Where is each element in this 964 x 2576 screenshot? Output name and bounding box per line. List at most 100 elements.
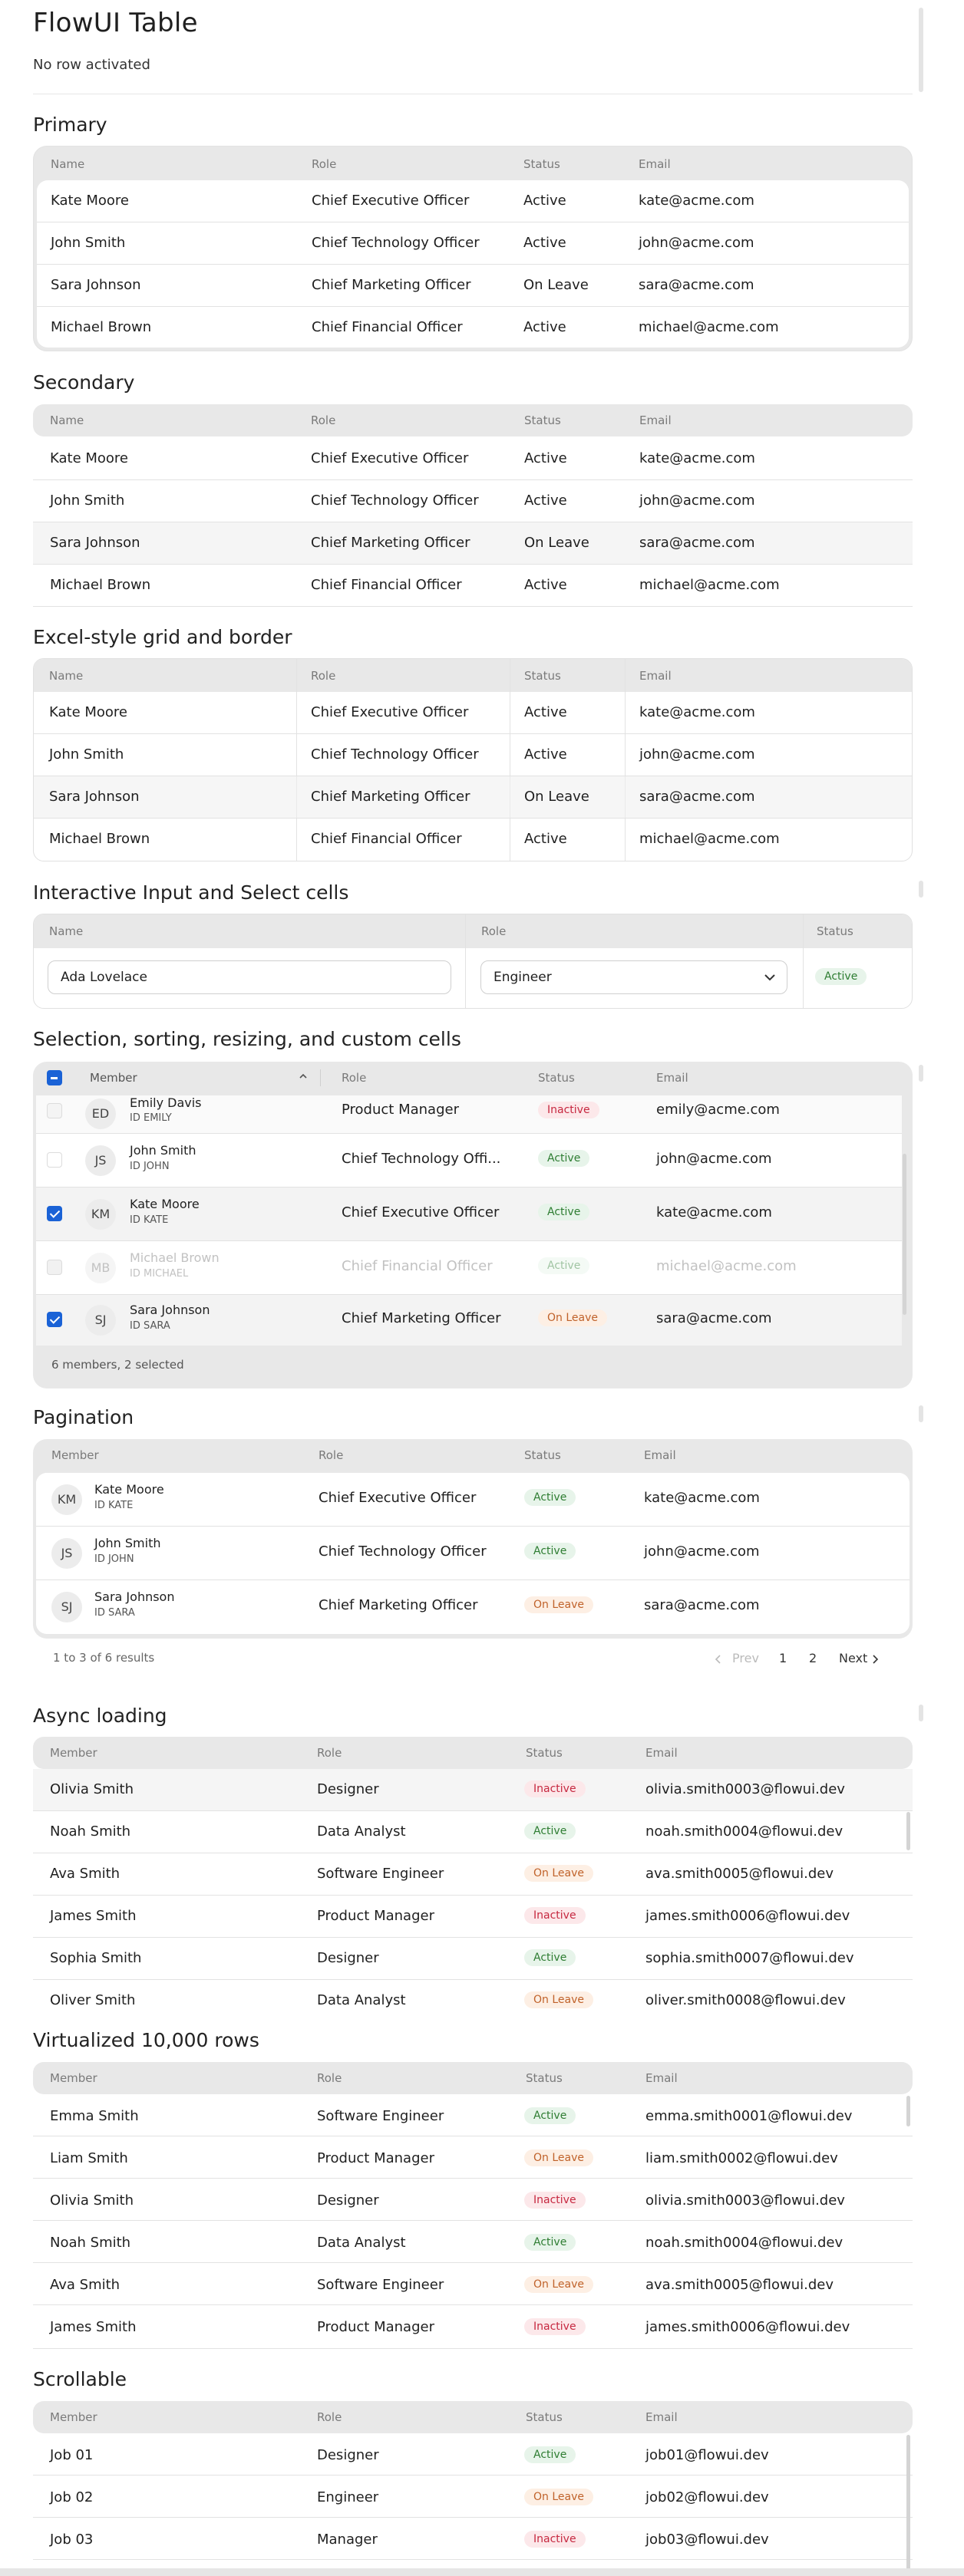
- table-row[interactable]: Ava Smith Software Engineer On Leave ava…: [33, 2263, 913, 2305]
- col-header-name[interactable]: Name: [49, 924, 83, 938]
- col-header-name[interactable]: Name: [50, 413, 84, 427]
- col-header-member[interactable]: Member: [90, 1071, 137, 1085]
- col-header-role[interactable]: Role: [481, 924, 506, 938]
- col-header-name[interactable]: Name: [49, 669, 83, 683]
- col-header-email[interactable]: Email: [644, 1448, 676, 1462]
- col-header-status[interactable]: Status: [817, 924, 853, 938]
- row-checkbox[interactable]: [47, 1312, 62, 1327]
- select-all-checkbox[interactable]: [47, 1070, 62, 1085]
- table-row[interactable]: James Smith Product Manager Inactive jam…: [33, 1896, 913, 1938]
- table-row[interactable]: Job 01 Designer Active job01@flowui.dev: [33, 2433, 913, 2476]
- name-input[interactable]: Ada Lovelace: [48, 960, 451, 994]
- table-row[interactable]: SJ Sara Johnson ID SARA Chief Marketing …: [36, 1580, 910, 1634]
- table-row[interactable]: JS John Smith ID JOHN Chief Technology O…: [36, 1134, 902, 1188]
- col-header-email[interactable]: Email: [639, 669, 672, 683]
- prev-page-button[interactable]: Prev: [732, 1651, 759, 1665]
- table-row[interactable]: Sara Johnson Chief Marketing Officer On …: [33, 522, 913, 565]
- col-header-status[interactable]: Status: [526, 2071, 563, 2085]
- col-header-status[interactable]: Status: [523, 157, 560, 171]
- col-header-status[interactable]: Status: [524, 1448, 561, 1462]
- col-header-email[interactable]: Email: [645, 2410, 678, 2424]
- pagination-body: KM Kate Moore ID KATE Chief Executive Of…: [36, 1473, 910, 1634]
- row-checkbox[interactable]: [47, 1152, 62, 1168]
- cell-email: noah.smith0004@flowui.dev: [645, 2235, 844, 2251]
- col-header-role[interactable]: Role: [317, 1746, 342, 1760]
- col-header-email[interactable]: Email: [645, 2071, 678, 2085]
- scrollable-scrollbar[interactable]: [906, 2435, 910, 2576]
- col-header-role[interactable]: Role: [342, 1071, 366, 1085]
- table-row[interactable]: Olivia Smith Designer Inactive olivia.sm…: [33, 1769, 913, 1811]
- col-header-status[interactable]: Status: [538, 1071, 575, 1085]
- table-row[interactable]: Michael Brown Chief Financial Officer Ac…: [33, 565, 913, 607]
- table-row[interactable]: Oliver Smith Data Analyst On Leave olive…: [33, 1980, 913, 2022]
- table-row[interactable]: Emma Smith Software Engineer Active emma…: [33, 2094, 913, 2136]
- table-row[interactable]: Sara Johnson Chief Marketing Officer On …: [34, 776, 912, 819]
- table-row[interactable]: Kate Moore Chief Executive Officer Activ…: [33, 438, 913, 480]
- async-scrollbar[interactable]: [906, 1812, 910, 1850]
- table-row[interactable]: Olivia Smith Designer Inactive olivia.sm…: [33, 2179, 913, 2221]
- table-row[interactable]: Kate Moore Chief Executive Officer Activ…: [34, 692, 912, 734]
- member-name: Emily Davis: [130, 1095, 202, 1110]
- scrollbar[interactable]: [919, 881, 923, 898]
- table-row[interactable]: JS John Smith ID JOHN Chief Technology O…: [36, 1527, 910, 1580]
- avatar: JS: [51, 1538, 82, 1569]
- role-select[interactable]: Engineer: [480, 960, 787, 994]
- col-header-email[interactable]: Email: [639, 413, 672, 427]
- table-row[interactable]: KM Kate Moore ID KATE Chief Executive Of…: [36, 1188, 902, 1241]
- table-row[interactable]: John Smith Chief Technology Officer Acti…: [34, 734, 912, 776]
- table-row[interactable]: ED Emily Davis ID EMILY Product Manager …: [36, 1095, 902, 1134]
- table-row[interactable]: Job 03 Manager Inactive job03@flowui.dev: [33, 2518, 913, 2560]
- col-header-role[interactable]: Role: [311, 413, 335, 427]
- col-header-role[interactable]: Role: [319, 1448, 343, 1462]
- col-header-email[interactable]: Email: [639, 157, 671, 171]
- table-row[interactable]: KM Kate Moore ID KATE Chief Executive Of…: [36, 1473, 910, 1527]
- cell-role: Product Manager: [342, 1102, 459, 1118]
- scrollbar[interactable]: [919, 1705, 923, 1721]
- virtual-scrollbar[interactable]: [906, 2096, 910, 2126]
- table-row[interactable]: Michael Brown Chief Financial Officer Ac…: [37, 307, 909, 348]
- page-1-button[interactable]: 1: [779, 1651, 787, 1665]
- row-checkbox[interactable]: [47, 1103, 62, 1118]
- cell-role: Software Engineer: [317, 1866, 444, 1882]
- table-row[interactable]: Job 02 Engineer On Leave job02@flowui.de…: [33, 2476, 913, 2518]
- scrollbar[interactable]: [919, 1065, 923, 1082]
- col-header-role[interactable]: Role: [317, 2071, 342, 2085]
- col-header-role[interactable]: Role: [312, 157, 336, 171]
- col-header-member[interactable]: Member: [50, 2410, 97, 2424]
- table-row[interactable]: Ava Smith Software Engineer On Leave ava…: [33, 1853, 913, 1896]
- table-row[interactable]: SJ Sara Johnson ID SARA Chief Marketing …: [36, 1295, 902, 1346]
- row-checkbox[interactable]: [47, 1206, 62, 1221]
- table-row[interactable]: James Smith Product Manager Inactive jam…: [33, 2305, 913, 2349]
- selection-scrollbar[interactable]: [903, 1154, 906, 1315]
- table-row[interactable]: John Smith Chief Technology Officer Acti…: [33, 480, 913, 522]
- col-header-role[interactable]: Role: [317, 2410, 342, 2424]
- col-header-role[interactable]: Role: [311, 669, 335, 683]
- column-resize-handle[interactable]: [320, 1069, 321, 1086]
- next-page-button[interactable]: Next: [839, 1651, 867, 1665]
- table-row[interactable]: Michael Brown Chief Financial Officer Ac…: [34, 819, 912, 861]
- col-header-member[interactable]: Member: [51, 1448, 99, 1462]
- table-row[interactable]: Sophia Smith Designer Active sophia.smit…: [33, 1938, 913, 1980]
- scrollbar[interactable]: [919, 1405, 923, 1422]
- sort-ascending-icon[interactable]: [299, 1072, 308, 1080]
- col-header-status[interactable]: Status: [526, 2410, 563, 2424]
- col-header-status[interactable]: Status: [524, 413, 561, 427]
- col-header-status[interactable]: Status: [526, 1746, 563, 1760]
- page-scrollbar[interactable]: [919, 8, 923, 92]
- table-row[interactable]: Kate Moore Chief Executive Officer Activ…: [37, 180, 909, 222]
- col-header-status[interactable]: Status: [524, 669, 561, 683]
- cell-email: job01@flowui.dev: [645, 2447, 769, 2463]
- table-row[interactable]: Liam Smith Product Manager On Leave liam…: [33, 2136, 913, 2179]
- col-header-email[interactable]: Email: [656, 1071, 688, 1085]
- col-header-member[interactable]: Member: [50, 2071, 97, 2085]
- table-row[interactable]: John Smith Chief Technology Officer Acti…: [37, 222, 909, 265]
- selection-footer: 6 members, 2 selected: [51, 1358, 184, 1372]
- table-row[interactable]: Noah Smith Data Analyst Active noah.smit…: [33, 1811, 913, 1853]
- table-row[interactable]: Noah Smith Data Analyst Active noah.smit…: [33, 2221, 913, 2263]
- col-header-name[interactable]: Name: [51, 157, 84, 171]
- col-header-email[interactable]: Email: [645, 1746, 678, 1760]
- page-2-button[interactable]: 2: [809, 1651, 817, 1665]
- col-header-member[interactable]: Member: [50, 1746, 97, 1760]
- status-badge: On Leave: [524, 1596, 593, 1613]
- table-row[interactable]: Sara Johnson Chief Marketing Officer On …: [37, 265, 909, 307]
